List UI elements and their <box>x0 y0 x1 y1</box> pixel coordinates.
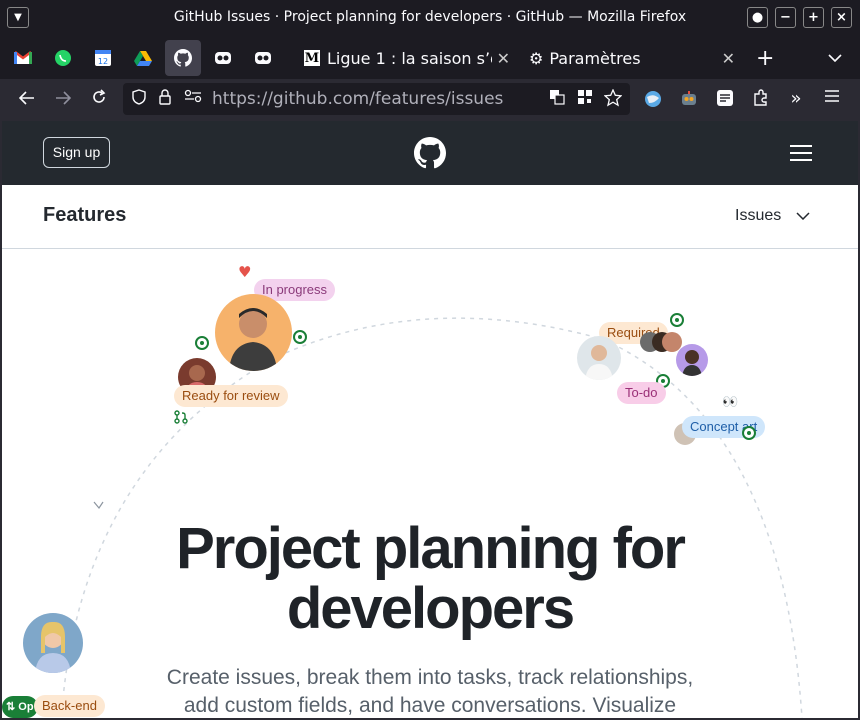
close-tab-icon[interactable]: ✕ <box>497 49 510 68</box>
heart-emoji-icon: ♥ <box>238 263 252 281</box>
label-back-end: Back-end <box>34 695 105 717</box>
tab-bar: 12 M Ligue 1 : la saison s’o ✕ ⚙ Paramèt… <box>0 36 860 79</box>
tab-label: Ligue 1 : la saison s’o <box>327 48 492 68</box>
avatar <box>23 613 83 673</box>
svg-text:12: 12 <box>98 57 108 66</box>
extension-robot-icon[interactable] <box>679 89 699 109</box>
tab-parametres[interactable]: ⚙ Paramètres ✕ <box>529 40 735 76</box>
hamburger-menu-icon[interactable] <box>790 145 812 161</box>
open-issue-icon <box>670 313 684 327</box>
hero-section: ♥ In progress Ready for review Required … <box>2 249 858 718</box>
chevron-down-icon <box>828 54 842 62</box>
extensions-puzzle-icon[interactable] <box>751 89 771 109</box>
overflow-chevrons-icon[interactable]: » <box>786 89 806 109</box>
window-titlebar: ▼ GitHub Issues · Project planning for d… <box>0 0 860 36</box>
extension-reader-icon[interactable] <box>715 89 735 109</box>
pinned-tab-app-2[interactable] <box>245 40 281 76</box>
issues-dropdown[interactable]: Issues <box>735 207 810 225</box>
sign-up-button[interactable]: Sign up <box>43 137 110 168</box>
github-logo-icon[interactable] <box>414 137 446 169</box>
lock-icon[interactable] <box>155 89 175 109</box>
label-todo: To-do <box>617 382 666 404</box>
close-tab-icon[interactable]: ✕ <box>722 49 735 68</box>
new-tab-button[interactable]: + <box>756 40 776 76</box>
forward-button[interactable] <box>50 87 76 113</box>
extension-globe-icon[interactable] <box>643 89 663 109</box>
pinned-tab-github[interactable] <box>165 40 201 76</box>
pinned-tab-gmail[interactable] <box>5 40 41 76</box>
shield-icon[interactable] <box>129 89 149 109</box>
github-icon <box>174 49 192 67</box>
reload-icon <box>93 89 106 103</box>
qr-code-icon[interactable] <box>575 89 595 109</box>
gmail-icon <box>14 51 32 64</box>
navigation-toolbar: https://github.com/features/issues » <box>0 79 860 121</box>
hero-title-line-1: Project planning for <box>176 516 686 581</box>
minimize-button[interactable]: − <box>775 7 796 28</box>
pinned-tab-whatsapp[interactable] <box>45 40 81 76</box>
pinned-tab-calendar[interactable]: 12 <box>85 40 121 76</box>
web-page: Sign up Features Issues ♥ In progress Re… <box>2 121 858 718</box>
pull-request-icon <box>174 410 188 424</box>
whatsapp-icon <box>55 50 71 66</box>
pinned-tab-app-1[interactable] <box>205 40 241 76</box>
calendar-icon: 12 <box>95 50 111 66</box>
url-path: /features/issues <box>369 89 504 109</box>
dashed-arc-decoration <box>61 317 803 718</box>
hero-title-line-2: developers <box>286 576 575 641</box>
window-settings-button[interactable]: ● <box>747 7 768 28</box>
window-title: GitHub Issues · Project planning for dev… <box>173 9 687 25</box>
avatar <box>215 294 292 371</box>
features-subnav: Features Issues <box>2 185 858 249</box>
hero-subtitle-line-1: Create issues, break them into tasks, tr… <box>166 666 694 689</box>
drive-icon <box>134 51 152 66</box>
issues-dropdown-label: Issues <box>735 207 782 224</box>
url-bar[interactable]: https://github.com/features/issues <box>123 83 630 115</box>
pinned-tab-drive[interactable] <box>125 40 161 76</box>
close-window-button[interactable]: × <box>831 7 852 28</box>
features-title[interactable]: Features <box>43 204 126 227</box>
open-issue-icon <box>293 330 307 344</box>
translate-icon[interactable] <box>547 89 567 109</box>
maximize-button[interactable]: + <box>803 7 824 28</box>
label-ready-for-review: Ready for review <box>174 385 288 407</box>
tab-ligue1[interactable]: M Ligue 1 : la saison s’o ✕ <box>304 40 510 76</box>
gear-icon: ⚙ <box>529 48 544 68</box>
le-monde-favicon: M <box>304 50 320 66</box>
reload-button[interactable] <box>86 87 112 113</box>
bookmark-star-icon[interactable] <box>603 88 623 109</box>
open-status-badge: ⇅ Op <box>2 696 38 718</box>
hero-subtitle-line-2: add custom fields, and have conversation… <box>183 694 677 717</box>
mask-icon <box>215 52 231 64</box>
open-issue-icon <box>195 336 209 350</box>
url-text[interactable]: https://github.com/features/issues <box>212 89 503 109</box>
tab-label: Paramètres <box>549 48 641 68</box>
back-arrow-icon <box>18 91 34 105</box>
pull-request-icon: ⇅ <box>6 701 16 713</box>
forward-arrow-icon <box>56 91 72 105</box>
permissions-icon[interactable] <box>183 89 203 109</box>
chevron-down-icon <box>796 212 810 220</box>
mask-icon <box>255 52 271 64</box>
open-issue-icon <box>742 426 756 440</box>
eyes-emoji-icon: 👀 <box>722 395 739 410</box>
app-menu-icon[interactable] <box>822 89 842 109</box>
avatar <box>676 344 708 376</box>
github-header: Sign up <box>2 121 858 185</box>
list-all-tabs-button[interactable] <box>828 40 848 76</box>
back-button[interactable] <box>14 87 40 113</box>
avatar <box>577 336 621 380</box>
url-host: https://github.com <box>212 89 370 109</box>
